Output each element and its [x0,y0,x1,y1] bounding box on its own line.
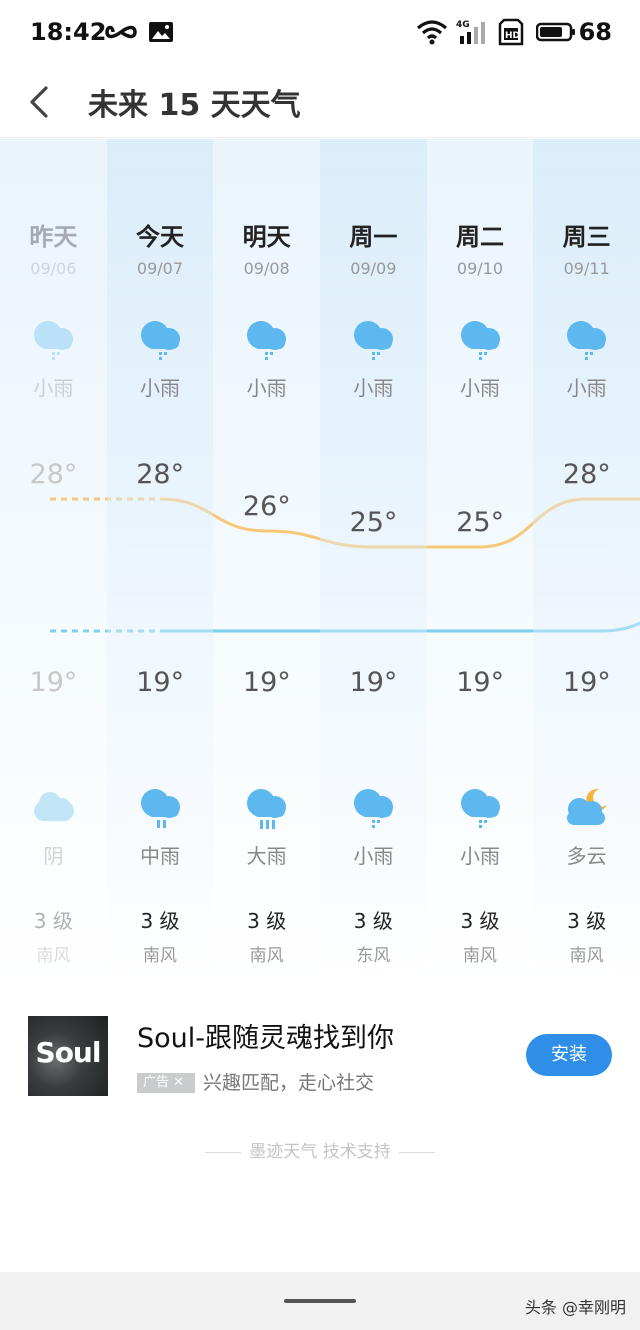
wind-level: 3 级 [353,909,393,933]
support-text: 墨迹天气 技术支持 [249,1142,391,1162]
day-name: 周三 [562,223,611,251]
day-weather: 小雨 [353,376,394,400]
tech-support-footer: 墨迹天气 技术支持 [0,1137,640,1162]
day-date: 09/08 [243,259,290,278]
wifi-icon [416,20,448,45]
install-button[interactable]: 安装 [526,1034,612,1076]
day-column[interactable]: 周二 09/10 小雨 小雨 3 级 南风 [427,139,534,989]
light-rain-icon [34,321,73,360]
home-indicator[interactable] [284,1299,356,1303]
low-temp: 19° [349,667,398,698]
ad-title[interactable]: Soul-跟随灵魂找到你 [137,1016,394,1055]
day-column[interactable]: 周三 09/11 小雨 多云 3 级 南风 [533,139,640,989]
light-rain-icon [460,789,500,828]
day-name: 今天 [135,223,184,251]
night-weather: 大雨 [246,844,287,868]
network-type: 4G [456,20,470,30]
high-temp: 25° [349,507,398,538]
day-column[interactable]: 周一 09/09 小雨 小雨 3 级 东风 [320,139,427,989]
low-temp: 19° [29,667,78,698]
ad-banner[interactable]: Soul Soul-跟随灵魂找到你 广告 ✕ 兴趣匹配，走心社交 安装 [0,1000,640,1110]
night-weather: 阴 [43,844,64,868]
wind-level: 3 级 [140,909,180,933]
wind-direction: 南风 [142,946,177,966]
day-weather: 小雨 [246,376,287,400]
high-temp: 26° [242,491,291,522]
day-date: 09/06 [30,259,77,278]
svg-text:HD: HD [505,31,520,41]
wind-level: 3 级 [247,909,287,933]
wind-direction: 南风 [462,946,497,966]
day-name: 明天 [242,223,291,251]
night-weather: 多云 [566,844,607,868]
infinity-icon [105,25,137,39]
low-temp: 19° [136,667,185,698]
night-weather: 小雨 [353,844,394,868]
ad-description: 兴趣匹配，走心社交 [203,1072,375,1094]
day-name: 周二 [455,223,504,251]
high-temp: 25° [456,507,505,538]
day-date: 09/10 [456,259,504,278]
light-rain-icon [140,321,180,360]
gallery-icon [149,22,173,42]
wind-direction: 南风 [249,946,284,966]
day-column[interactable]: 明天 09/08 小雨 大雨 3 级 南风 [213,139,320,989]
day-date: 09/09 [350,259,397,278]
forecast-grid[interactable]: 昨天 09/06 小雨 阴 3 级 南风 今天 09/07 小雨 中雨 3 级 … [0,139,640,989]
divider [205,1151,242,1153]
low-temp: 19° [456,667,505,698]
day-date: 09/11 [563,259,610,278]
battery-level: 68 [578,18,612,46]
day-name: 周一 [349,223,398,251]
high-temp: 28° [562,459,611,490]
navigation-bar: 头条 @幸刚明 [0,1272,640,1330]
divider [398,1151,435,1153]
day-date: 09/07 [136,259,184,278]
watermark: 头条 @幸刚明 [524,1298,626,1317]
wind-direction: 东风 [356,946,391,966]
ad-logo-text: Soul [35,1036,102,1069]
high-temp: 28° [136,459,185,490]
day-weather: 小雨 [33,376,74,400]
wind-level: 3 级 [460,909,500,933]
partly-cloudy-night-icon [567,788,608,825]
day-column[interactable]: 今天 09/07 小雨 中雨 3 级 南风 [106,139,214,989]
status-bar: 18:42 4G HD 68 [0,0,640,68]
day-column[interactable]: 昨天 09/06 小雨 阴 3 级 南风 [0,139,107,989]
overcast-icon [34,792,74,821]
header: 未来 15 天天气 [0,68,640,138]
light-rain-icon [354,789,393,828]
high-temp: 28° [29,459,78,490]
heavy-rain-icon [247,789,287,829]
wind-level: 3 级 [567,909,607,933]
back-arrow-icon[interactable] [18,74,66,130]
battery-icon [536,22,575,42]
moderate-rain-icon [140,789,180,828]
low-temp: 19° [562,667,611,698]
wind-direction: 南风 [36,946,71,966]
light-rain-icon [567,321,607,360]
wind-level: 3 级 [33,909,73,933]
day-weather: 小雨 [566,376,607,400]
cellular-signal-icon: 4G [456,20,485,44]
night-weather: 中雨 [139,844,180,868]
light-rain-icon [460,321,500,360]
day-name: 昨天 [29,223,78,251]
night-weather: 小雨 [459,844,500,868]
wind-direction: 南风 [569,946,604,966]
light-rain-icon [354,321,393,360]
hd-voice-icon: HD [498,18,524,46]
ad-app-logo[interactable]: Soul [28,1016,108,1096]
day-weather: 小雨 [139,376,180,400]
light-rain-icon [247,321,287,360]
ad-close-tag[interactable]: 广告 ✕ [137,1073,195,1093]
low-temp: 19° [242,667,291,698]
status-time: 18:42 [30,18,107,46]
day-weather: 小雨 [459,376,500,400]
page-title: 未来 15 天天气 [88,88,301,123]
